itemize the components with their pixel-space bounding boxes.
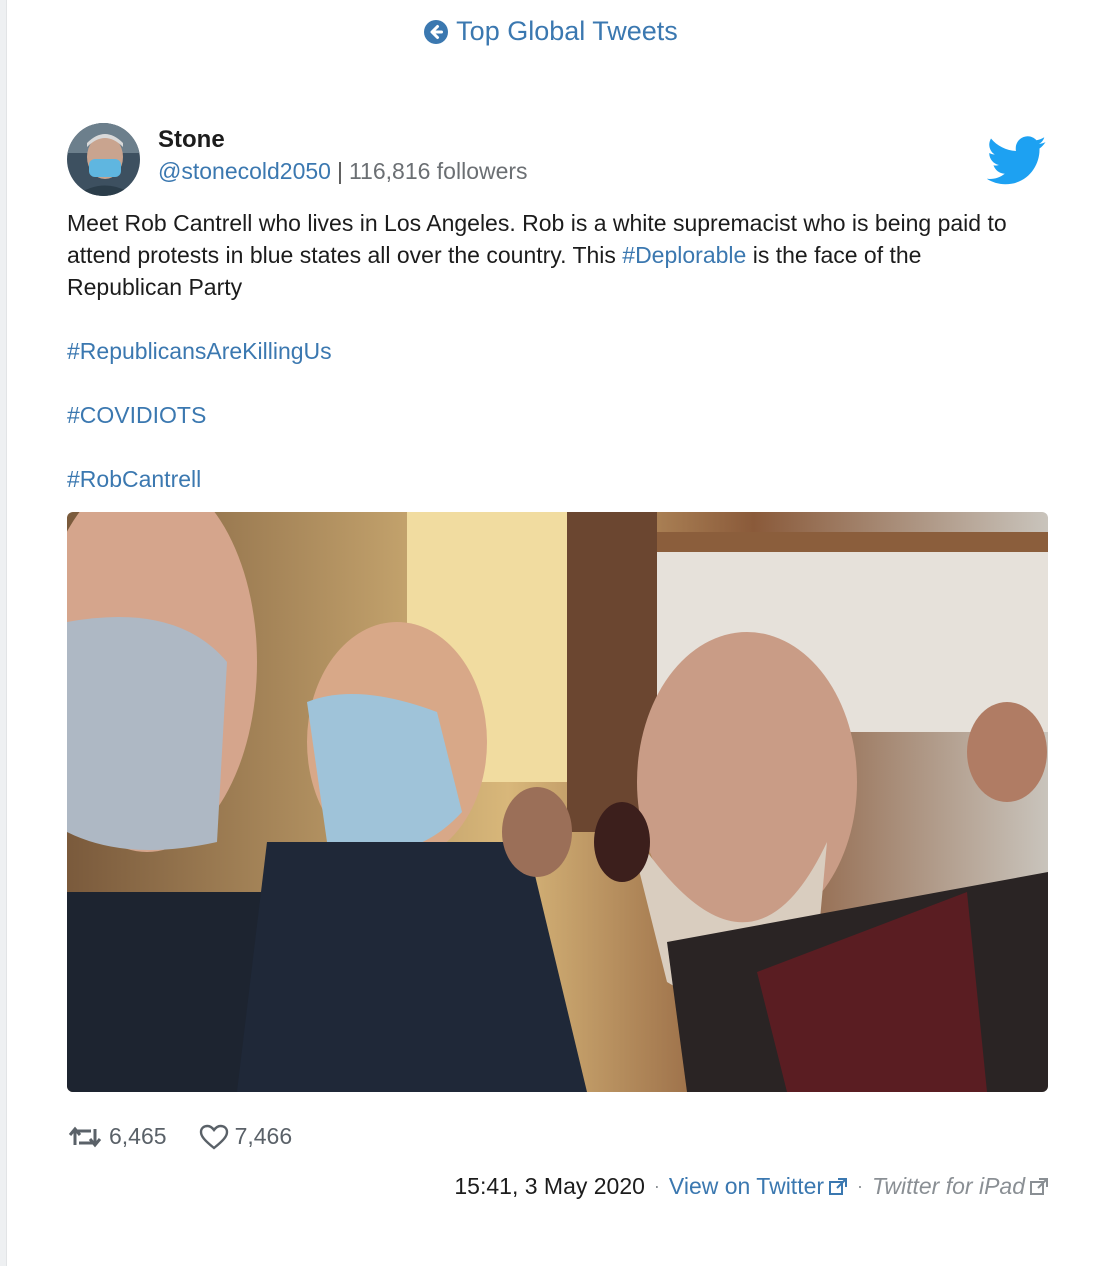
author-name[interactable]: Stone [158,126,225,154]
footer-separator: · [653,1176,660,1196]
tweet-timestamp: 15:41, 3 May 2020 [454,1173,645,1199]
left-border [0,0,7,1266]
heart-icon [199,1124,228,1150]
hashtag-line: #RepublicansAreKillingUs [67,335,1042,367]
tweet-stats: 6,465 7,466 [67,1123,324,1150]
arrow-left-circle-icon [424,19,449,44]
author-handle[interactable]: @stonecold2050 [158,158,331,184]
hashtag-republicans-are-killing-us[interactable]: #RepublicansAreKillingUs [67,338,332,364]
footer-separator: · [857,1176,864,1196]
external-link-icon [829,1177,848,1195]
retweet-count-value: 6,465 [109,1123,167,1149]
view-on-twitter-link[interactable]: View on Twitter [669,1173,848,1200]
retweet-count[interactable]: 6,465 [67,1123,167,1150]
tweet-source-label: Twitter for iPad [872,1173,1025,1199]
hashtag-covidiots[interactable]: #COVIDIOTS [67,402,206,428]
hashtag-deplorable[interactable]: #Deplorable [622,242,746,268]
tweet-card: Stone @stonecold2050 | 116,816 followers M… [67,123,1049,1199]
avatar[interactable] [67,123,140,196]
view-on-twitter-label: View on Twitter [668,1173,825,1199]
tweet-body: Meet Rob Cantrell who lives in Los Angel… [67,207,1042,303]
follower-count: 116,816 followers [348,158,528,184]
tweet-photo[interactable] [67,512,1048,1092]
back-link-label: Top Global Tweets [456,16,678,46]
back-to-top-global-tweets-link[interactable]: Top Global Tweets [0,16,1102,47]
tweet-header: Stone @stonecold2050 | 116,816 followers [67,123,1049,197]
like-count-value: 7,466 [234,1123,293,1149]
hashtag-rob-cantrell[interactable]: #RobCantrell [67,466,201,492]
retweet-icon [68,1126,102,1147]
hashtag-line: #COVIDIOTS [67,399,1042,431]
like-count[interactable]: 7,466 [199,1123,293,1150]
handle-line: @stonecold2050 | 116,816 followers [158,158,528,185]
tweet-footer: 15:41, 3 May 2020 · View on Twitter · Tw… [454,1173,1049,1200]
external-link-icon [1030,1177,1048,1195]
tweet-source-link[interactable]: Twitter for iPad [872,1173,1049,1200]
hashtag-line: #RobCantrell [67,463,1042,495]
twitter-bird-icon[interactable] [987,135,1047,187]
tweet-text: Meet Rob Cantrell who lives in Los Angel… [67,207,1042,495]
handle-separator: | [336,158,343,184]
